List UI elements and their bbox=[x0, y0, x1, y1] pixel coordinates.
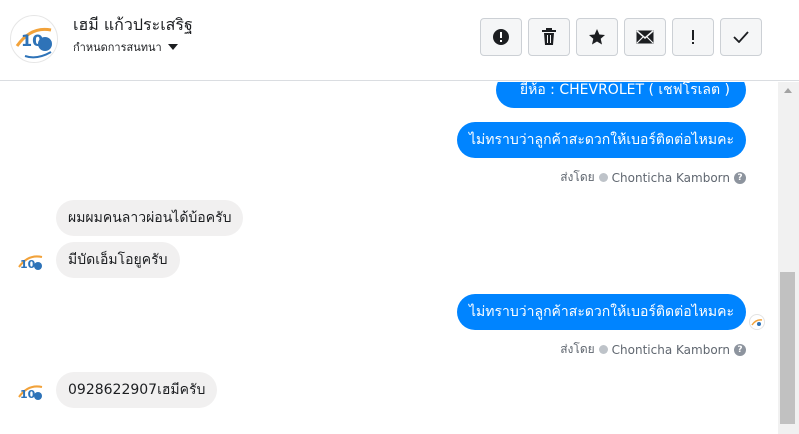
sent-by-line: ส่งโดย Chonticha Kamborn ? bbox=[560, 340, 746, 359]
exclamation-circle-icon bbox=[493, 29, 509, 45]
message-text: ผมผมคนลาวผ่อนได้บ้อครับ bbox=[68, 210, 232, 226]
incoming-message[interactable]: 0928622907เฮมีครับ bbox=[56, 372, 218, 408]
sent-by-prefix: ส่งโดย bbox=[560, 342, 595, 356]
done-button[interactable] bbox=[720, 18, 762, 56]
contact-avatar-small[interactable]: 10 bbox=[16, 378, 46, 408]
contact-avatar[interactable]: 10 bbox=[10, 15, 58, 63]
seen-avatar bbox=[749, 314, 765, 330]
sent-by-line: ส่งโดย Chonticha Kamborn ? bbox=[560, 168, 746, 187]
outgoing-message[interactable]: ไม่ทราบว่าลูกค้าสะดวกให้เบอร์ติดต่อไหมคะ bbox=[457, 294, 746, 330]
sent-by-agent[interactable]: Chonticha Kamborn bbox=[612, 171, 730, 185]
exclamation-icon bbox=[692, 30, 694, 44]
contact-avatar-small[interactable]: 10 bbox=[16, 248, 46, 278]
sent-by-agent[interactable]: Chonticha Kamborn bbox=[612, 343, 730, 357]
star-button[interactable] bbox=[576, 18, 618, 56]
avatar-logo-icon: 10 bbox=[16, 378, 46, 408]
sent-by-prefix: ส่งโดย bbox=[560, 170, 595, 184]
message-text: ไม่ทราบว่าลูกค้าสะดวกให้เบอร์ติดต่อไหมคะ bbox=[469, 132, 734, 148]
help-icon[interactable]: ? bbox=[734, 171, 746, 184]
thread-scrollbar[interactable] bbox=[778, 82, 799, 434]
message-text: ไม่ทราบว่าลูกค้าสะดวกให้เบอร์ติดต่อไหมคะ bbox=[469, 304, 734, 320]
report-button[interactable] bbox=[480, 18, 522, 56]
message-text: ยี่ห้อ : CHEVROLET ( เชฟโรเลต ) bbox=[519, 82, 730, 98]
spam-button[interactable] bbox=[672, 18, 714, 56]
message-thread: ยี่ห้อ : CHEVROLET ( เชฟโรเลต ) ไม่ทราบว… bbox=[0, 82, 778, 434]
seen-avatar-icon bbox=[750, 316, 764, 329]
check-icon bbox=[733, 31, 749, 43]
avatar-logo-icon: 10 bbox=[13, 18, 57, 62]
envelope-icon bbox=[636, 30, 654, 44]
trash-icon bbox=[542, 28, 556, 45]
incoming-message[interactable]: ผมผมคนลาวผ่อนได้บ้อครับ bbox=[56, 200, 244, 236]
svg-text:10: 10 bbox=[20, 388, 36, 401]
conversation-label-text: กำหนดการสนทนา bbox=[73, 41, 162, 54]
mark-unread-button[interactable] bbox=[624, 18, 666, 56]
delete-button[interactable] bbox=[528, 18, 570, 56]
caret-down-icon bbox=[167, 44, 178, 50]
incoming-message[interactable]: มีบัดเอ็มโอยูครับ bbox=[56, 242, 180, 278]
scroll-up-arrow-icon[interactable] bbox=[784, 88, 792, 93]
check-circle-icon bbox=[598, 345, 608, 354]
avatar-logo-icon: 10 bbox=[16, 248, 46, 278]
conversation-label-dropdown[interactable]: กำหนดการสนทนา bbox=[73, 38, 178, 56]
outgoing-message[interactable]: ยี่ห้อ : CHEVROLET ( เชฟโรเลต ) bbox=[495, 82, 746, 108]
scroll-thumb[interactable] bbox=[780, 272, 795, 424]
svg-text:10: 10 bbox=[20, 258, 36, 271]
contact-name[interactable]: เฮมี แก้วประเสริฐ bbox=[73, 13, 193, 38]
conversation-header: 10 เฮมี แก้วประเสริฐ กำหนดการสนทนา bbox=[0, 0, 799, 81]
message-text: 0928622907เฮมีครับ bbox=[68, 382, 206, 398]
outgoing-message[interactable]: ไม่ทราบว่าลูกค้าสะดวกให้เบอร์ติดต่อไหมคะ bbox=[457, 122, 746, 158]
conversation-toolbar bbox=[480, 18, 762, 56]
star-icon bbox=[589, 29, 605, 45]
check-circle-icon bbox=[598, 173, 608, 182]
help-icon[interactable]: ? bbox=[734, 343, 746, 356]
message-text: มีบัดเอ็มโอยูครับ bbox=[68, 252, 168, 268]
